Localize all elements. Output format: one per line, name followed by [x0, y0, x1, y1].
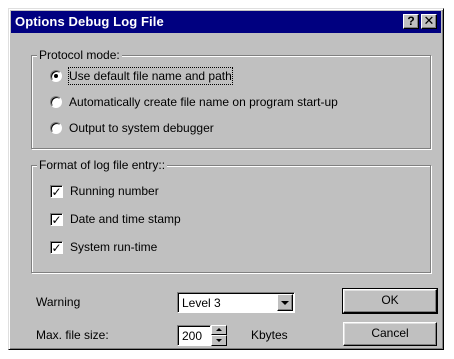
- file-size-unit: Kbytes: [251, 328, 288, 342]
- checkbox-checked[interactable]: ✓: [50, 212, 63, 226]
- radio-default-path-label: Use default file name and path: [68, 67, 233, 85]
- title-bar[interactable]: Options Debug Log File ? ✕: [11, 11, 441, 33]
- options-debug-log-dialog: Options Debug Log File ? ✕ Protocol mode…: [8, 8, 444, 350]
- cancel-button[interactable]: Cancel: [343, 322, 437, 346]
- spin-up-icon[interactable]: [211, 325, 227, 335]
- max-file-size-spinner[interactable]: [211, 325, 227, 346]
- close-button[interactable]: ✕: [421, 14, 437, 29]
- radio-button[interactable]: [50, 96, 62, 108]
- help-button[interactable]: ?: [403, 14, 419, 29]
- max-file-size-label: Max. file size:: [36, 328, 109, 342]
- question-mark-icon: ?: [407, 14, 415, 28]
- warning-level-select[interactable]: Level 3: [177, 292, 295, 313]
- check-running-number[interactable]: ✓ Running number: [50, 183, 159, 199]
- radio-system-debugger-label: Output to system debugger: [69, 121, 214, 135]
- radio-system-debugger[interactable]: Output to system debugger: [50, 120, 214, 136]
- warning-level-value: Level 3: [182, 296, 221, 310]
- protocol-mode-legend: Protocol mode:: [37, 48, 122, 62]
- chevron-down-icon[interactable]: [277, 294, 293, 311]
- radio-auto-create-label: Automatically create file name on progra…: [69, 95, 338, 109]
- checkbox-checked[interactable]: ✓: [50, 184, 63, 198]
- spin-down-icon[interactable]: [211, 335, 227, 346]
- max-file-size-input[interactable]: 200: [177, 325, 211, 346]
- checkbox-checked[interactable]: ✓: [50, 240, 63, 254]
- check-date-time-label: Date and time stamp: [70, 212, 181, 226]
- window-title: Options Debug Log File: [15, 14, 164, 29]
- radio-button[interactable]: [50, 122, 62, 134]
- radio-default-path[interactable]: Use default file name and path: [50, 67, 233, 85]
- max-file-size-value: 200: [182, 329, 203, 343]
- log-entry-format-group: Format of log file entry:: ✓ Running num…: [31, 158, 431, 273]
- check-running-number-label: Running number: [70, 184, 159, 198]
- protocol-mode-group: Protocol mode: Use default file name and…: [31, 48, 431, 149]
- ok-button[interactable]: OK: [342, 288, 438, 314]
- close-icon: ✕: [423, 13, 435, 28]
- warning-label: Warning: [36, 295, 81, 309]
- radio-auto-create[interactable]: Automatically create file name on progra…: [50, 94, 338, 110]
- check-system-runtime[interactable]: ✓ System run-time: [50, 239, 157, 255]
- radio-button-selected[interactable]: [50, 70, 62, 82]
- check-date-time[interactable]: ✓ Date and time stamp: [50, 211, 181, 227]
- check-system-runtime-label: System run-time: [70, 240, 158, 254]
- log-entry-format-legend: Format of log file entry::: [37, 158, 168, 172]
